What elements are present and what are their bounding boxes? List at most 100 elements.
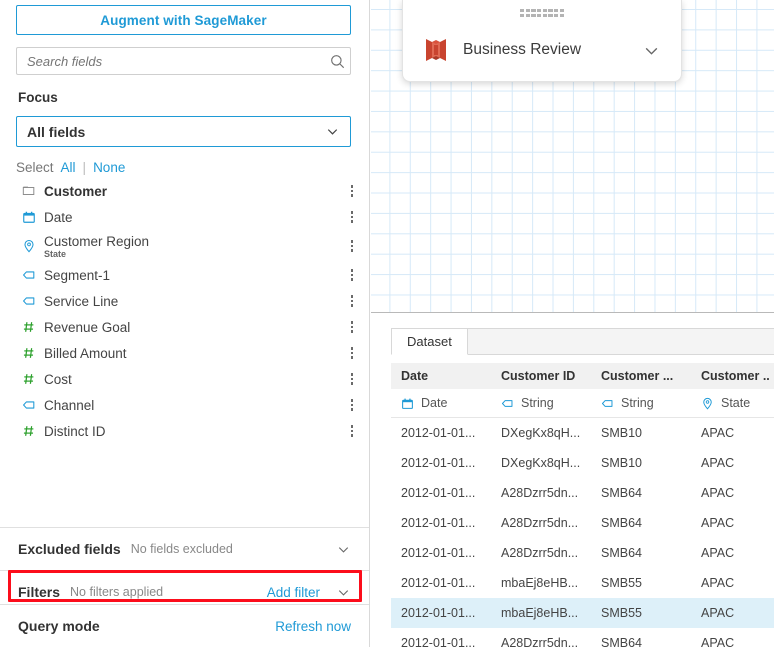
add-filter-link[interactable]: Add filter: [267, 585, 320, 600]
table-cell[interactable]: A28Dzrr5dn...: [491, 538, 591, 568]
field-row[interactable]: Service Line: [0, 288, 369, 314]
excluded-fields-chevron-down-icon[interactable]: [336, 542, 351, 557]
table-column: Customer ...StringSMB10SMB10SMB64SMB64SM…: [591, 363, 691, 647]
preview-table[interactable]: DateDate2012-01-01...2012-01-01...2012-0…: [391, 363, 774, 647]
column-type-cell[interactable]: String: [491, 389, 591, 418]
column-header[interactable]: Customer ..: [691, 363, 774, 389]
column-header[interactable]: Date: [391, 363, 491, 389]
filters-chevron-down-icon[interactable]: [336, 585, 351, 600]
field-row[interactable]: Customer: [0, 178, 369, 204]
table-cell[interactable]: 2012-01-01...: [391, 478, 491, 508]
table-cell[interactable]: 2012-01-01...: [391, 628, 491, 647]
field-row[interactable]: Cost: [0, 366, 369, 392]
field-more-options-icon[interactable]: [345, 344, 359, 362]
table-cell[interactable]: APAC: [691, 448, 774, 478]
field-text: Date: [44, 210, 345, 225]
field-more-options-icon[interactable]: [345, 237, 359, 255]
table-cell[interactable]: APAC: [691, 568, 774, 598]
field-name: Customer: [44, 184, 345, 199]
column-header[interactable]: Customer ID: [491, 363, 591, 389]
table-cell[interactable]: SMB55: [591, 598, 691, 628]
table-cell[interactable]: 2012-01-01...: [391, 568, 491, 598]
table-cell[interactable]: mbaEj8eHB...: [491, 568, 591, 598]
select-all-link[interactable]: All: [61, 160, 76, 175]
table-cell[interactable]: SMB64: [591, 628, 691, 647]
table-cell[interactable]: SMB10: [591, 418, 691, 448]
field-name: Date: [44, 210, 345, 225]
field-more-options-icon[interactable]: [345, 396, 359, 414]
table-cell[interactable]: APAC: [691, 628, 774, 647]
field-row[interactable]: Channel: [0, 392, 369, 418]
table-cell[interactable]: mbaEj8eHB...: [491, 598, 591, 628]
field-more-options-icon[interactable]: [345, 182, 359, 200]
folder-field-icon: [22, 184, 44, 198]
table-cell[interactable]: APAC: [691, 598, 774, 628]
field-row[interactable]: Customer RegionState: [0, 230, 369, 262]
table-cell[interactable]: 2012-01-01...: [391, 538, 491, 568]
focus-selected-value: All fields: [27, 124, 325, 140]
column-type-cell[interactable]: String: [591, 389, 691, 418]
field-row[interactable]: Billed Amount: [0, 340, 369, 366]
select-label: Select: [16, 160, 54, 175]
focus-label: Focus: [18, 90, 58, 105]
field-row[interactable]: Distinct ID: [0, 418, 369, 444]
table-cell[interactable]: 2012-01-01...: [391, 418, 491, 448]
field-row[interactable]: Date: [0, 204, 369, 230]
select-none-link[interactable]: None: [93, 160, 125, 175]
refresh-now-link[interactable]: Refresh now: [275, 619, 351, 634]
spice-dataset-icon: [419, 36, 453, 64]
column-type-label: State: [721, 396, 750, 410]
field-name: Customer Region: [44, 234, 345, 249]
column-type-cell[interactable]: Date: [391, 389, 491, 418]
query-mode-section[interactable]: Query mode Refresh now: [0, 605, 369, 647]
field-row[interactable]: Revenue Goal: [0, 314, 369, 340]
search-input[interactable]: [17, 54, 324, 69]
field-list[interactable]: Customer Date Customer RegionStateSegment-…: [0, 178, 369, 526]
date-icon: [401, 397, 414, 410]
filters-status: No filters applied: [70, 585, 163, 599]
dataset-card-body: Business Review: [403, 20, 681, 80]
string-field-icon: [22, 294, 44, 308]
table-cell[interactable]: A28Dzrr5dn...: [491, 508, 591, 538]
column-header[interactable]: Customer ...: [591, 363, 691, 389]
column-type-cell[interactable]: State: [691, 389, 774, 418]
table-cell[interactable]: 2012-01-01...: [391, 508, 491, 538]
table-cell[interactable]: APAC: [691, 538, 774, 568]
table-cell[interactable]: A28Dzrr5dn...: [491, 478, 591, 508]
field-more-options-icon[interactable]: [345, 208, 359, 226]
search-fields-box[interactable]: [16, 47, 351, 75]
dataset-preview-pane: Dataset DateDate2012-01-01...2012-01-01.…: [371, 313, 774, 647]
field-more-options-icon[interactable]: [345, 318, 359, 336]
table-cell[interactable]: DXegKx8qH...: [491, 418, 591, 448]
select-separator: |: [83, 160, 87, 175]
table-cell[interactable]: DXegKx8qH...: [491, 448, 591, 478]
dataset-card[interactable]: Business Review: [402, 0, 682, 82]
table-cell[interactable]: A28Dzrr5dn...: [491, 628, 591, 647]
table-cell[interactable]: SMB10: [591, 448, 691, 478]
tab-dataset[interactable]: Dataset: [391, 328, 468, 355]
table-cell[interactable]: SMB55: [591, 568, 691, 598]
excluded-fields-title: Excluded fields: [18, 541, 121, 557]
drag-handle-icon[interactable]: [520, 9, 564, 17]
field-more-options-icon[interactable]: [345, 292, 359, 310]
field-more-options-icon[interactable]: [345, 422, 359, 440]
field-more-options-icon[interactable]: [345, 266, 359, 284]
table-cell[interactable]: 2012-01-01...: [391, 598, 491, 628]
excluded-fields-section[interactable]: Excluded fields No fields excluded: [0, 528, 369, 570]
table-cell[interactable]: 2012-01-01...: [391, 448, 491, 478]
augment-with-sagemaker-button[interactable]: Augment with SageMaker: [16, 5, 351, 35]
table-column: DateDate2012-01-01...2012-01-01...2012-0…: [391, 363, 491, 647]
focus-select[interactable]: All fields: [16, 116, 351, 147]
field-row[interactable]: Segment-1: [0, 262, 369, 288]
table-cell[interactable]: APAC: [691, 418, 774, 448]
search-icon[interactable]: [324, 54, 350, 69]
field-more-options-icon[interactable]: [345, 370, 359, 388]
geo-icon: [701, 397, 714, 410]
table-cell[interactable]: APAC: [691, 508, 774, 538]
table-cell[interactable]: APAC: [691, 478, 774, 508]
field-text: Distinct ID: [44, 424, 345, 439]
table-cell[interactable]: SMB64: [591, 508, 691, 538]
table-cell[interactable]: SMB64: [591, 538, 691, 568]
dataset-card-chevron-down-icon[interactable]: [637, 42, 665, 59]
table-cell[interactable]: SMB64: [591, 478, 691, 508]
